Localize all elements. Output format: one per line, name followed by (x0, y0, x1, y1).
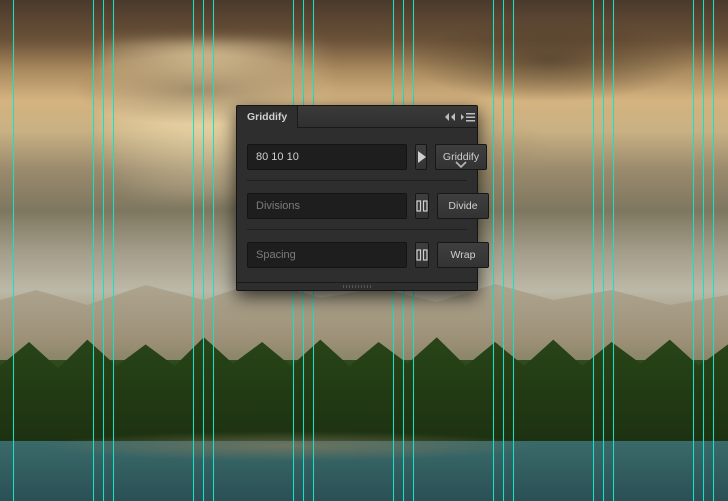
orientation-toggle-wrap[interactable] (415, 242, 429, 268)
panel-body: Griddify Divide (237, 128, 477, 282)
row-wrap: Wrap (247, 229, 467, 274)
divisions-input[interactable] (247, 193, 407, 219)
canvas: Griddify Griddify (0, 0, 728, 501)
shore (40, 431, 540, 461)
divide-button-label: Divide (448, 200, 477, 212)
wrap-button[interactable]: Wrap (437, 242, 489, 268)
griddify-button[interactable]: Griddify (435, 144, 487, 170)
panel-title-tab[interactable]: Griddify (237, 106, 298, 128)
panel-resize-grip[interactable] (237, 282, 477, 290)
row-divide: Divide (247, 180, 467, 225)
orientation-toggle-divide[interactable] (415, 193, 429, 219)
orientation-toggle-griddify[interactable] (415, 144, 427, 170)
panel-header: Griddify (237, 106, 477, 128)
griddify-input[interactable] (247, 144, 407, 170)
griddify-panel: Griddify Griddify (236, 105, 478, 291)
spacing-input[interactable] (247, 242, 407, 268)
divide-button[interactable]: Divide (437, 193, 489, 219)
row-griddify: Griddify (247, 138, 467, 176)
grip-icon (343, 285, 371, 288)
collapse-icon[interactable] (441, 106, 459, 128)
panel-menu-icon[interactable] (459, 106, 477, 128)
wrap-button-label: Wrap (451, 249, 476, 261)
cursor-indicator-icon (455, 160, 467, 172)
